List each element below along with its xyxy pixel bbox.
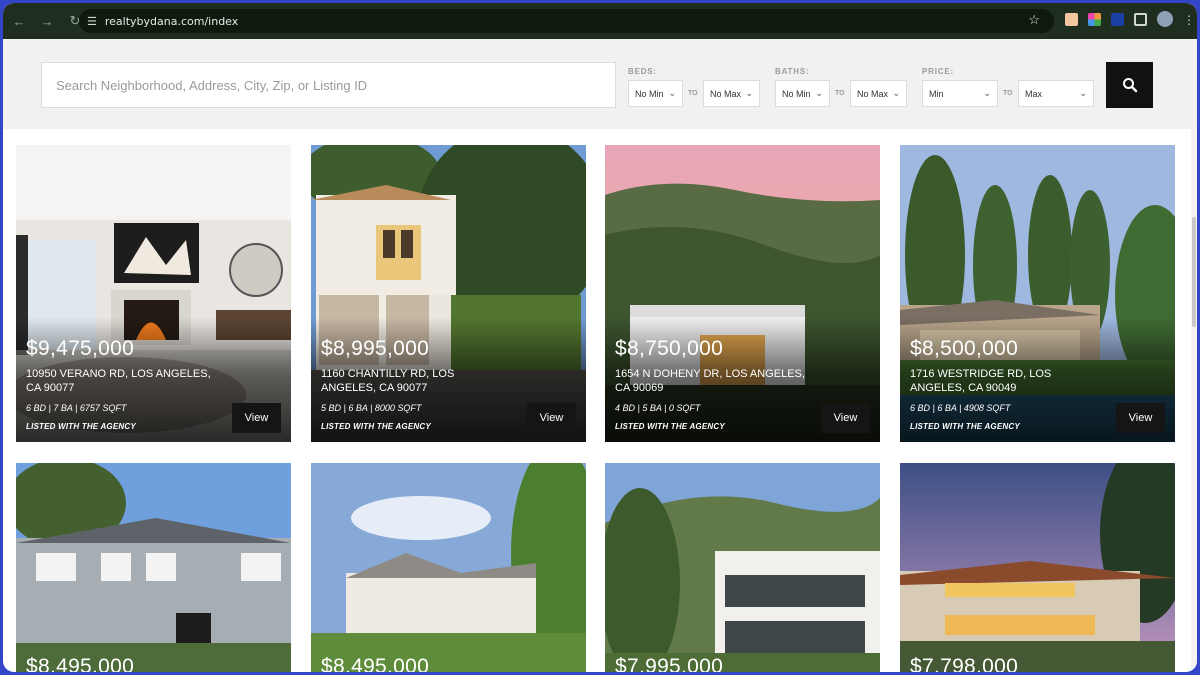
extension-icon[interactable] bbox=[1111, 12, 1124, 26]
listing-address: 1654 N DOHENY DR, LOS ANGELES, CA 90069 bbox=[615, 368, 805, 394]
listing-price: $7,798,000 bbox=[910, 655, 1019, 675]
bookmark-star-icon[interactable]: ☆ bbox=[1028, 12, 1040, 28]
chevron-down-icon: ⌄ bbox=[668, 88, 676, 98]
price-max-select[interactable]: Max ⌄ bbox=[1018, 80, 1094, 107]
search-icon bbox=[1122, 78, 1137, 93]
listing-price: $8,495,000 bbox=[26, 655, 135, 675]
profile-avatar[interactable] bbox=[1157, 11, 1173, 27]
listing-price: $8,750,000 bbox=[615, 337, 724, 360]
extension-icon[interactable] bbox=[1065, 12, 1078, 26]
nav-buttons: ← → ↻ bbox=[3, 13, 83, 29]
listing-photo bbox=[16, 463, 291, 672]
to-label: TO bbox=[688, 90, 698, 97]
beds-max-select[interactable]: No Max ⌄ bbox=[703, 80, 760, 107]
extension-icons: ⋮ bbox=[1065, 11, 1195, 27]
browser-window: ← → ↻ ☰ realtybydana.com/index ☆ ⋮ BEDS:… bbox=[0, 0, 1200, 675]
baths-min-value: No Min bbox=[782, 88, 811, 99]
listing-card[interactable]: $8,750,000 1654 N DOHENY DR, LOS ANGELES… bbox=[605, 145, 880, 442]
listing-specs: 5 BD | 6 BA | 8000 SQFT bbox=[321, 403, 422, 413]
forward-icon[interactable]: → bbox=[39, 14, 55, 29]
listing-specs: 4 BD | 5 BA | 0 SQFT bbox=[615, 403, 701, 413]
chevron-down-icon: ⌄ bbox=[1079, 88, 1087, 98]
address-bar[interactable]: ☰ realtybydana.com/index ☆ bbox=[79, 9, 1054, 33]
beds-label: BEDS: bbox=[628, 67, 657, 76]
beds-min-select[interactable]: No Min ⌄ bbox=[628, 80, 683, 107]
beds-max-value: No Max bbox=[710, 88, 742, 99]
baths-max-select[interactable]: No Max ⌄ bbox=[850, 80, 907, 107]
url-text[interactable]: realtybydana.com/index bbox=[105, 15, 238, 28]
view-button[interactable]: View bbox=[527, 403, 576, 433]
listing-price: $8,495,000 bbox=[321, 655, 430, 675]
chevron-down-icon: ⌄ bbox=[745, 88, 753, 98]
listing-specs: 6 BD | 7 BA | 6757 SQFT bbox=[26, 403, 127, 413]
listing-price: $7,995,000 bbox=[615, 655, 724, 675]
chevron-down-icon: ⌄ bbox=[815, 88, 823, 98]
search-button[interactable] bbox=[1106, 62, 1153, 108]
baths-min-select[interactable]: No Min ⌄ bbox=[775, 80, 830, 107]
baths-max-value: No Max bbox=[857, 88, 889, 99]
search-filter-bar: BEDS: No Min ⌄ TO No Max ⌄ BATHS: No Min… bbox=[3, 39, 1197, 129]
chevron-down-icon: ⌄ bbox=[983, 88, 991, 98]
view-button[interactable]: View bbox=[821, 403, 870, 433]
beds-min-value: No Min bbox=[635, 88, 664, 99]
listing-price: $8,500,000 bbox=[910, 337, 1019, 360]
price-label: PRICE: bbox=[922, 67, 954, 76]
site-settings-icon[interactable]: ☰ bbox=[87, 15, 97, 28]
listing-card[interactable]: $8,995,000 1160 CHANTILLY RD, LOS ANGELE… bbox=[311, 145, 586, 442]
baths-label: BATHS: bbox=[775, 67, 810, 76]
to-label: TO bbox=[1003, 90, 1013, 97]
listing-address: 1160 CHANTILLY RD, LOS ANGELES, CA 90077 bbox=[321, 368, 455, 394]
listing-photo bbox=[311, 463, 586, 672]
listing-specs: 6 BD | 6 BA | 4908 SQFT bbox=[910, 403, 1011, 413]
listing-address: 1716 WESTRIDGE RD, LOS ANGELES, CA 90049 bbox=[910, 368, 1052, 394]
listing-agency: LISTED WITH THE AGENCY bbox=[910, 422, 1020, 431]
listing-photo bbox=[605, 463, 880, 672]
extensions-puzzle-icon[interactable] bbox=[1134, 12, 1147, 26]
listing-price: $9,475,000 bbox=[26, 337, 135, 360]
listing-photo bbox=[900, 463, 1175, 672]
listing-card[interactable]: $7,995,000 bbox=[605, 463, 880, 675]
price-max-value: Max bbox=[1025, 88, 1043, 99]
search-input[interactable] bbox=[41, 62, 616, 108]
listing-card[interactable]: $8,500,000 1716 WESTRIDGE RD, LOS ANGELE… bbox=[900, 145, 1175, 442]
back-icon[interactable]: ← bbox=[11, 14, 27, 29]
listing-agency: LISTED WITH THE AGENCY bbox=[321, 422, 431, 431]
scrollbar[interactable] bbox=[1191, 129, 1197, 672]
browser-toolbar: ← → ↻ ☰ realtybydana.com/index ☆ ⋮ bbox=[3, 3, 1197, 39]
listing-agency: LISTED WITH THE AGENCY bbox=[615, 422, 725, 431]
extension-icon[interactable] bbox=[1088, 12, 1101, 26]
view-button[interactable]: View bbox=[232, 403, 281, 433]
listing-price: $8,995,000 bbox=[321, 337, 430, 360]
price-min-value: Min bbox=[929, 88, 944, 99]
kebab-menu-icon[interactable]: ⋮ bbox=[1183, 13, 1195, 27]
view-button[interactable]: View bbox=[1116, 403, 1165, 433]
listing-card[interactable]: $8,495,000 bbox=[311, 463, 586, 675]
scrollbar-thumb[interactable] bbox=[1192, 217, 1196, 327]
listing-card[interactable]: $7,798,000 bbox=[900, 463, 1175, 675]
to-label: TO bbox=[835, 90, 845, 97]
listing-agency: LISTED WITH THE AGENCY bbox=[26, 422, 136, 431]
listing-card[interactable]: $8,495,000 bbox=[16, 463, 291, 675]
listing-address: 10950 VERANO RD, LOS ANGELES, CA 90077 bbox=[26, 368, 211, 394]
listing-card[interactable]: $9,475,000 10950 VERANO RD, LOS ANGELES,… bbox=[16, 145, 291, 442]
chevron-down-icon: ⌄ bbox=[892, 88, 900, 98]
price-min-select[interactable]: Min ⌄ bbox=[922, 80, 998, 107]
